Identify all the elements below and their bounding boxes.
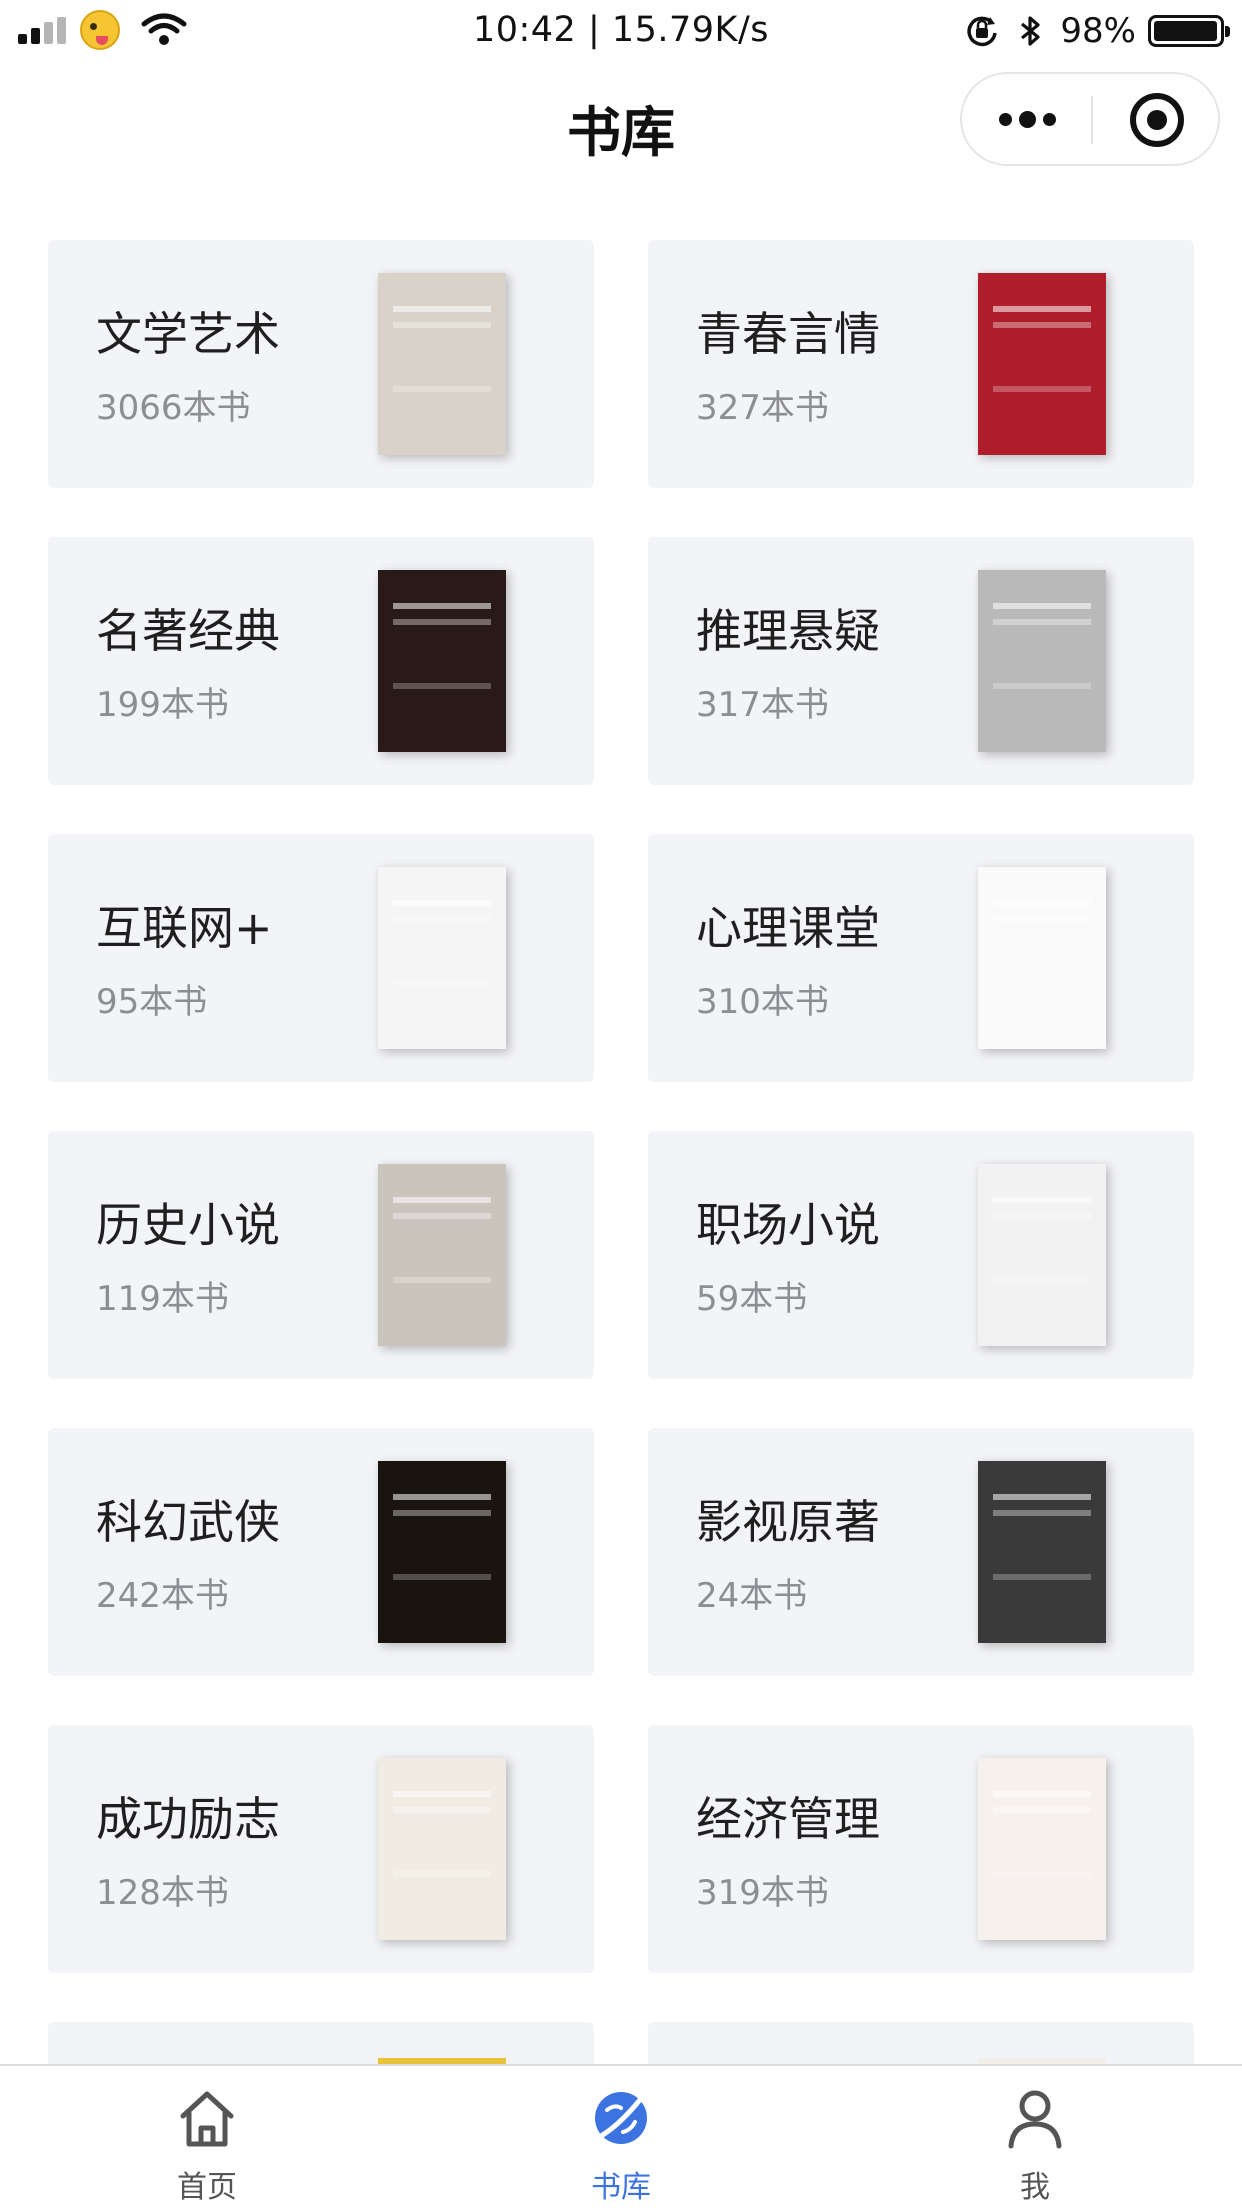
- category-card[interactable]: 推理悬疑 317本书: [648, 537, 1194, 785]
- category-book-count: 310本书: [696, 982, 829, 1022]
- category-card[interactable]: 互联网+ 95本书: [48, 834, 594, 1082]
- book-cover-front: [978, 570, 1106, 752]
- capsule-divider: [1091, 96, 1093, 144]
- category-book-count: 119本书: [96, 1279, 229, 1319]
- dot-icon: [1018, 110, 1036, 128]
- category-book-count: 24本书: [696, 1576, 808, 1616]
- close-program-button[interactable]: [1130, 93, 1184, 147]
- book-cover-front: [978, 867, 1106, 1049]
- book-cover-front: [378, 273, 506, 455]
- tab-me[interactable]: 我: [828, 2066, 1242, 2208]
- category-card-partial[interactable]: [48, 2022, 594, 2064]
- category-card[interactable]: 文学艺术 3066本书: [48, 240, 594, 488]
- category-card[interactable]: 经济管理 319本书: [648, 1725, 1194, 1973]
- category-card-partial[interactable]: [648, 2022, 1194, 2064]
- book-cover-front: [978, 1461, 1106, 1643]
- dot-icon: [1042, 112, 1056, 126]
- category-book-count: 3066本书: [96, 388, 251, 428]
- category-name: 推理悬疑: [696, 604, 880, 658]
- book-cover-front: [378, 867, 506, 1049]
- book-cover-front: [378, 1758, 506, 1940]
- category-card[interactable]: 名著经典 199本书: [48, 537, 594, 785]
- category-book-count: 319本书: [696, 1873, 829, 1913]
- category-name: 职场小说: [696, 1198, 880, 1252]
- category-card[interactable]: 青春言情 327本书: [648, 240, 1194, 488]
- tab-bar: 首页 书库 我: [0, 2064, 1242, 2208]
- user-icon: [1008, 2090, 1062, 2149]
- tab-library-label: 书库: [591, 2170, 651, 2205]
- category-card[interactable]: 职场小说 59本书: [648, 1131, 1194, 1379]
- book-cover-front: [378, 1164, 506, 1346]
- tab-home-label: 首页: [177, 2170, 237, 2205]
- book-cover-front: [378, 570, 506, 752]
- home-icon: [180, 2091, 234, 2147]
- planet-icon: [595, 2092, 647, 2144]
- category-card[interactable]: 科幻武侠 242本书: [48, 1428, 594, 1676]
- category-book-count: 327本书: [696, 388, 829, 428]
- tab-me-label: 我: [1020, 2170, 1050, 2205]
- category-book-count: 242本书: [96, 1576, 229, 1616]
- category-name: 青春言情: [696, 307, 880, 361]
- category-card[interactable]: 影视原著 24本书: [648, 1428, 1194, 1676]
- category-book-count: 95本书: [96, 982, 208, 1022]
- category-name: 历史小说: [96, 1198, 280, 1252]
- book-cover-front: [978, 1758, 1106, 1940]
- category-grid: 文学艺术 3066本书 青春言情 327本书名著经典 199本书 推理悬疑 317本书互联网…: [0, 0, 1242, 2064]
- category-name: 文学艺术: [96, 307, 280, 361]
- category-name: 成功励志: [96, 1792, 280, 1846]
- book-cover-front: [378, 1461, 506, 1643]
- book-cover-front: [978, 1164, 1106, 1346]
- category-book-count: 59本书: [696, 1279, 808, 1319]
- tab-library[interactable]: 书库: [414, 2066, 828, 2208]
- category-name: 影视原著: [696, 1495, 880, 1549]
- category-card[interactable]: 历史小说 119本书: [48, 1131, 594, 1379]
- category-book-count: 199本书: [96, 685, 229, 725]
- dot-icon: [998, 112, 1012, 126]
- category-name: 名著经典: [96, 604, 280, 658]
- category-card[interactable]: 心理课堂 310本书: [648, 834, 1194, 1082]
- more-menu-button[interactable]: [962, 74, 1092, 164]
- category-name: 互联网+: [96, 901, 273, 955]
- category-name: 经济管理: [696, 1792, 880, 1846]
- category-book-count: 317本书: [696, 685, 829, 725]
- mini-program-capsule: [960, 72, 1220, 166]
- category-card[interactable]: 成功励志 128本书: [48, 1725, 594, 1973]
- tab-home[interactable]: 首页: [0, 2066, 414, 2208]
- book-cover-front: [978, 273, 1106, 455]
- category-name: 科幻武侠: [96, 1495, 280, 1549]
- category-name: 心理课堂: [696, 901, 880, 955]
- category-book-count: 128本书: [96, 1873, 229, 1913]
